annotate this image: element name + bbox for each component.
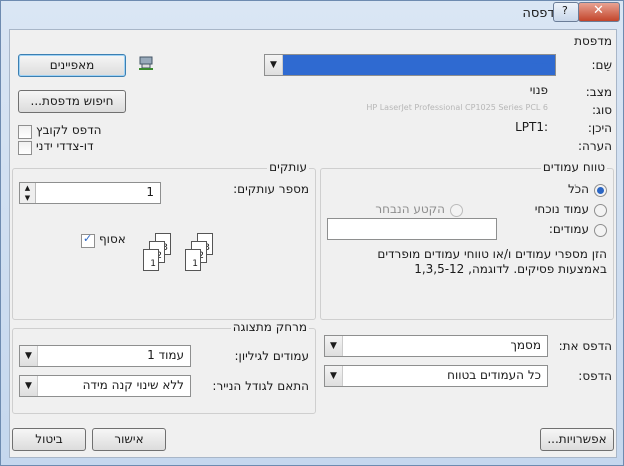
collate-page-illustration: 1 xyxy=(143,249,159,271)
ok-button[interactable]: אישור xyxy=(92,428,166,451)
chevron-down-icon: ▼ xyxy=(20,346,38,366)
print-what-label: הדפס את: xyxy=(558,339,612,353)
manual-duplex-checkbox[interactable] xyxy=(18,141,32,155)
radio-selection[interactable] xyxy=(450,204,463,217)
dialog-body: מדפסת שֵם: HP LaserJet Professional CP10… xyxy=(9,29,617,458)
close-button[interactable]: ✕ xyxy=(578,2,620,22)
radio-current-page-label: עמוד נוכחי xyxy=(534,202,589,216)
spin-down-icon[interactable]: ▼ xyxy=(20,193,36,203)
chevron-down-icon: ▼ xyxy=(20,376,38,396)
where-label: היכן: xyxy=(587,121,612,135)
copies-number-label: מספר עותקים: xyxy=(233,182,309,196)
spin-up-icon[interactable]: ▲ xyxy=(20,183,36,193)
type-label: סוג: xyxy=(591,103,612,117)
help-button[interactable]: ? xyxy=(553,2,579,22)
status-value: פנוי xyxy=(529,83,548,97)
pages-per-sheet-value: עמוד 1 xyxy=(147,348,184,362)
collate-page-illustration: 1 xyxy=(185,249,201,271)
radio-selection-label: הקטע הנבחר xyxy=(375,202,445,216)
cancel-button[interactable]: ביטול xyxy=(12,428,86,451)
scale-to-paper-select[interactable]: ללא שינוי קנה מידה ▼ xyxy=(19,375,191,397)
printer-name-label: שֵם: xyxy=(591,58,612,72)
status-label: מצב: xyxy=(585,85,612,99)
where-value: LPT1: xyxy=(515,120,548,134)
zoom-title: מרחק מתצוגה xyxy=(230,320,309,334)
radio-current-page[interactable] xyxy=(594,204,607,217)
copies-group: עותקים מספר עותקים: 1 ▲ ▼ 3 2 1 3 2 1 ✓ … xyxy=(12,160,316,320)
chevron-down-icon: ▼ xyxy=(325,336,343,356)
printer-section-title: מדפסת xyxy=(574,34,612,48)
pages-per-sheet-select[interactable]: עמוד 1 ▼ xyxy=(19,345,191,367)
type-value: HP LaserJet Professional CP1025 Series P… xyxy=(366,103,548,112)
chevron-down-icon: ▼ xyxy=(325,366,343,386)
print-to-file-label: הדפס לקובץ xyxy=(36,123,102,137)
zoom-group: מרחק מתצוגה עמודים לגיליון: עמוד 1 ▼ התא… xyxy=(12,320,316,414)
manual-duplex-label: דו-צדדי ידני xyxy=(36,139,94,153)
page-range-title: טווח עמודים xyxy=(540,160,607,174)
print-dialog: הדפסה ✕ ? מדפסת שֵם: HP LaserJet Profess… xyxy=(0,0,624,466)
radio-all-label: הכֹל xyxy=(567,182,589,196)
radio-pages[interactable] xyxy=(594,224,607,237)
copies-number-value: 1 xyxy=(146,185,154,199)
page-range-group: טווח עמודים הכֹל עמוד נוכחי הקטע הנבחר ע… xyxy=(320,160,614,320)
pages-input[interactable] xyxy=(327,218,497,240)
print-what-select[interactable]: מסמך ▼ xyxy=(324,335,548,357)
chevron-down-icon: ▼ xyxy=(265,55,283,75)
radio-pages-label: עמודים: xyxy=(548,222,589,236)
printer-network-icon xyxy=(138,55,154,71)
title-bar: הדפסה ✕ ? xyxy=(1,1,623,29)
help-icon: ? xyxy=(562,4,568,17)
copies-spinner[interactable]: 1 ▲ ▼ xyxy=(19,182,161,204)
scale-to-paper-label: התאם לגודל הנייר: xyxy=(212,379,309,393)
copies-title: עותקים xyxy=(267,160,309,174)
collate-label: אסוף xyxy=(99,232,126,246)
options-button[interactable]: אפשרויות... xyxy=(540,428,614,451)
print-what-value: מסמך xyxy=(510,338,541,352)
radio-all[interactable] xyxy=(594,184,607,197)
print-scope-select[interactable]: כל העמודים בטווח ▼ xyxy=(324,365,548,387)
print-scope-value: כל העמודים בטווח xyxy=(447,368,541,382)
printer-name-value: HP LaserJet Professional CP1025 Series P… xyxy=(283,55,555,75)
page-range-hint: הזן מספרי עמודים ו/או טווחי עמודים מופרד… xyxy=(377,247,607,276)
checkmark-icon: ✓ xyxy=(83,232,93,245)
find-printer-button[interactable]: חיפוש מדפסת... xyxy=(18,90,126,113)
properties-button[interactable]: מאפיינים xyxy=(18,54,126,77)
comment-label: הערה: xyxy=(577,139,612,153)
scale-to-paper-value: ללא שינוי קנה מידה xyxy=(82,378,184,392)
printer-name-select[interactable]: HP LaserJet Professional CP1025 Series P… xyxy=(264,54,556,76)
print-scope-label: הדפס: xyxy=(578,369,612,383)
print-to-file-checkbox[interactable] xyxy=(18,125,32,139)
collate-checkbox[interactable]: ✓ xyxy=(81,232,95,248)
close-icon: ✕ xyxy=(593,3,604,18)
pages-per-sheet-label: עמודים לגיליון: xyxy=(234,349,309,363)
